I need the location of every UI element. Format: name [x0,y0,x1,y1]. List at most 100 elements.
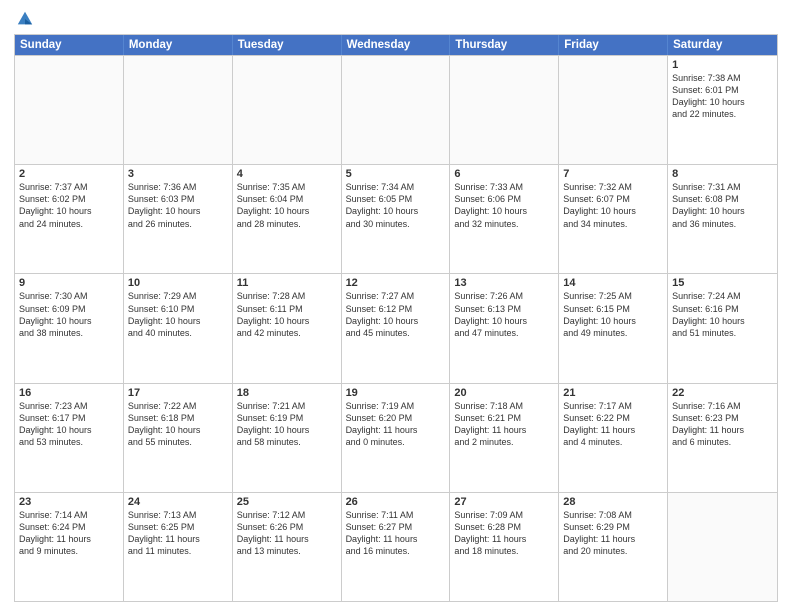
day-info: Sunrise: 7:26 AM Sunset: 6:13 PM Dayligh… [454,290,554,339]
cal-cell-18: 18Sunrise: 7:21 AM Sunset: 6:19 PM Dayli… [233,384,342,492]
cal-cell-5: 5Sunrise: 7:34 AM Sunset: 6:05 PM Daylig… [342,165,451,273]
cal-cell-27: 27Sunrise: 7:09 AM Sunset: 6:28 PM Dayli… [450,493,559,601]
cal-cell-7: 7Sunrise: 7:32 AM Sunset: 6:07 PM Daylig… [559,165,668,273]
day-number: 15 [672,277,773,289]
day-number: 27 [454,496,554,508]
day-number: 5 [346,168,446,180]
cal-header-saturday: Saturday [668,35,777,55]
day-info: Sunrise: 7:14 AM Sunset: 6:24 PM Dayligh… [19,509,119,558]
day-info: Sunrise: 7:24 AM Sunset: 6:16 PM Dayligh… [672,290,773,339]
cal-cell-11: 11Sunrise: 7:28 AM Sunset: 6:11 PM Dayli… [233,274,342,382]
cal-cell-12: 12Sunrise: 7:27 AM Sunset: 6:12 PM Dayli… [342,274,451,382]
cal-cell-24: 24Sunrise: 7:13 AM Sunset: 6:25 PM Dayli… [124,493,233,601]
day-number: 8 [672,168,773,180]
logo [14,14,34,28]
header [14,10,778,28]
day-info: Sunrise: 7:22 AM Sunset: 6:18 PM Dayligh… [128,400,228,449]
day-info: Sunrise: 7:29 AM Sunset: 6:10 PM Dayligh… [128,290,228,339]
cal-cell-15: 15Sunrise: 7:24 AM Sunset: 6:16 PM Dayli… [668,274,777,382]
day-info: Sunrise: 7:30 AM Sunset: 6:09 PM Dayligh… [19,290,119,339]
day-number: 14 [563,277,663,289]
cal-cell-28: 28Sunrise: 7:08 AM Sunset: 6:29 PM Dayli… [559,493,668,601]
cal-cell-8: 8Sunrise: 7:31 AM Sunset: 6:08 PM Daylig… [668,165,777,273]
day-info: Sunrise: 7:11 AM Sunset: 6:27 PM Dayligh… [346,509,446,558]
logo-icon [16,10,34,28]
day-number: 20 [454,387,554,399]
day-info: Sunrise: 7:38 AM Sunset: 6:01 PM Dayligh… [672,72,773,121]
cal-header-thursday: Thursday [450,35,559,55]
cal-cell-empty-0-5 [559,56,668,164]
page: SundayMondayTuesdayWednesdayThursdayFrid… [0,0,792,612]
cal-cell-empty-0-1 [124,56,233,164]
cal-cell-10: 10Sunrise: 7:29 AM Sunset: 6:10 PM Dayli… [124,274,233,382]
day-number: 25 [237,496,337,508]
cal-cell-25: 25Sunrise: 7:12 AM Sunset: 6:26 PM Dayli… [233,493,342,601]
day-info: Sunrise: 7:21 AM Sunset: 6:19 PM Dayligh… [237,400,337,449]
day-number: 18 [237,387,337,399]
cal-cell-empty-0-2 [233,56,342,164]
cal-cell-empty-0-4 [450,56,559,164]
day-number: 23 [19,496,119,508]
cal-header-tuesday: Tuesday [233,35,342,55]
cal-row-4: 23Sunrise: 7:14 AM Sunset: 6:24 PM Dayli… [15,492,777,601]
cal-header-sunday: Sunday [15,35,124,55]
cal-cell-empty-4-6 [668,493,777,601]
day-info: Sunrise: 7:31 AM Sunset: 6:08 PM Dayligh… [672,181,773,230]
day-info: Sunrise: 7:34 AM Sunset: 6:05 PM Dayligh… [346,181,446,230]
cal-row-1: 2Sunrise: 7:37 AM Sunset: 6:02 PM Daylig… [15,164,777,273]
day-info: Sunrise: 7:36 AM Sunset: 6:03 PM Dayligh… [128,181,228,230]
day-info: Sunrise: 7:37 AM Sunset: 6:02 PM Dayligh… [19,181,119,230]
day-info: Sunrise: 7:19 AM Sunset: 6:20 PM Dayligh… [346,400,446,449]
day-number: 12 [346,277,446,289]
day-info: Sunrise: 7:09 AM Sunset: 6:28 PM Dayligh… [454,509,554,558]
day-number: 10 [128,277,228,289]
cal-cell-16: 16Sunrise: 7:23 AM Sunset: 6:17 PM Dayli… [15,384,124,492]
day-info: Sunrise: 7:35 AM Sunset: 6:04 PM Dayligh… [237,181,337,230]
day-number: 21 [563,387,663,399]
day-number: 19 [346,387,446,399]
cal-cell-13: 13Sunrise: 7:26 AM Sunset: 6:13 PM Dayli… [450,274,559,382]
cal-cell-23: 23Sunrise: 7:14 AM Sunset: 6:24 PM Dayli… [15,493,124,601]
calendar-header-row: SundayMondayTuesdayWednesdayThursdayFrid… [15,35,777,55]
day-number: 16 [19,387,119,399]
cal-cell-empty-0-0 [15,56,124,164]
day-number: 4 [237,168,337,180]
day-info: Sunrise: 7:16 AM Sunset: 6:23 PM Dayligh… [672,400,773,449]
day-info: Sunrise: 7:28 AM Sunset: 6:11 PM Dayligh… [237,290,337,339]
cal-header-monday: Monday [124,35,233,55]
cal-cell-21: 21Sunrise: 7:17 AM Sunset: 6:22 PM Dayli… [559,384,668,492]
cal-cell-4: 4Sunrise: 7:35 AM Sunset: 6:04 PM Daylig… [233,165,342,273]
day-number: 17 [128,387,228,399]
day-number: 26 [346,496,446,508]
day-info: Sunrise: 7:18 AM Sunset: 6:21 PM Dayligh… [454,400,554,449]
cal-header-wednesday: Wednesday [342,35,451,55]
cal-cell-20: 20Sunrise: 7:18 AM Sunset: 6:21 PM Dayli… [450,384,559,492]
day-info: Sunrise: 7:32 AM Sunset: 6:07 PM Dayligh… [563,181,663,230]
day-info: Sunrise: 7:12 AM Sunset: 6:26 PM Dayligh… [237,509,337,558]
cal-cell-6: 6Sunrise: 7:33 AM Sunset: 6:06 PM Daylig… [450,165,559,273]
cal-cell-1: 1Sunrise: 7:38 AM Sunset: 6:01 PM Daylig… [668,56,777,164]
day-info: Sunrise: 7:33 AM Sunset: 6:06 PM Dayligh… [454,181,554,230]
day-number: 1 [672,59,773,71]
day-info: Sunrise: 7:23 AM Sunset: 6:17 PM Dayligh… [19,400,119,449]
day-number: 28 [563,496,663,508]
day-number: 9 [19,277,119,289]
cal-row-0: 1Sunrise: 7:38 AM Sunset: 6:01 PM Daylig… [15,55,777,164]
day-number: 22 [672,387,773,399]
cal-header-friday: Friday [559,35,668,55]
day-number: 24 [128,496,228,508]
day-info: Sunrise: 7:27 AM Sunset: 6:12 PM Dayligh… [346,290,446,339]
cal-cell-19: 19Sunrise: 7:19 AM Sunset: 6:20 PM Dayli… [342,384,451,492]
cal-cell-9: 9Sunrise: 7:30 AM Sunset: 6:09 PM Daylig… [15,274,124,382]
day-info: Sunrise: 7:25 AM Sunset: 6:15 PM Dayligh… [563,290,663,339]
day-info: Sunrise: 7:13 AM Sunset: 6:25 PM Dayligh… [128,509,228,558]
cal-cell-3: 3Sunrise: 7:36 AM Sunset: 6:03 PM Daylig… [124,165,233,273]
calendar: SundayMondayTuesdayWednesdayThursdayFrid… [14,34,778,602]
cal-cell-17: 17Sunrise: 7:22 AM Sunset: 6:18 PM Dayli… [124,384,233,492]
day-number: 2 [19,168,119,180]
day-number: 7 [563,168,663,180]
day-info: Sunrise: 7:08 AM Sunset: 6:29 PM Dayligh… [563,509,663,558]
day-number: 11 [237,277,337,289]
day-info: Sunrise: 7:17 AM Sunset: 6:22 PM Dayligh… [563,400,663,449]
cal-row-2: 9Sunrise: 7:30 AM Sunset: 6:09 PM Daylig… [15,273,777,382]
